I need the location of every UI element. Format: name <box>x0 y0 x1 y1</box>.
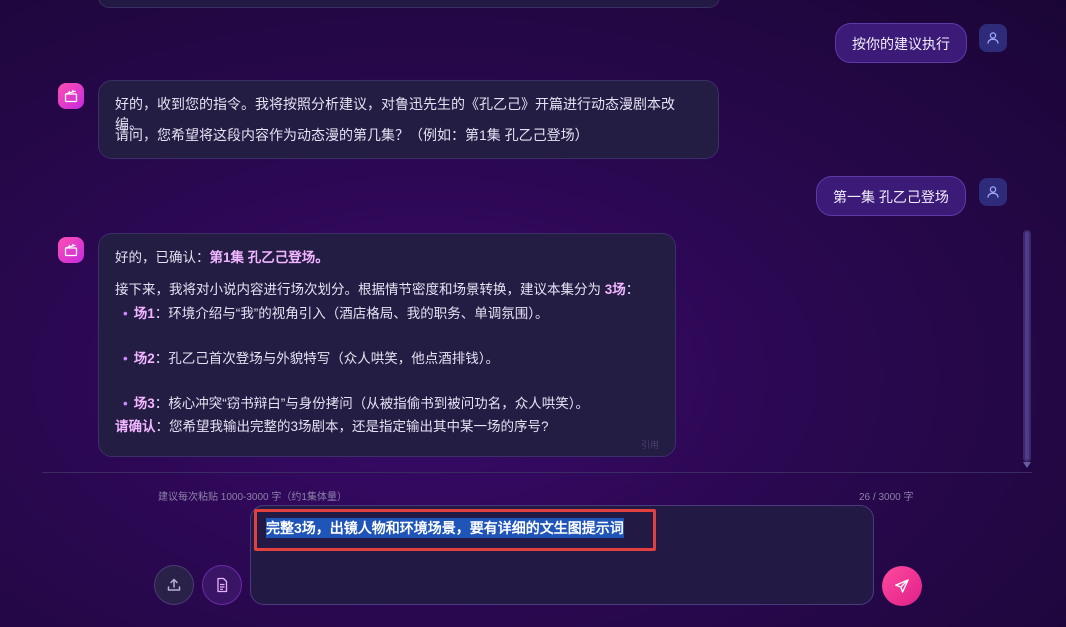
scene-list-item: • 场1：环境介绍与“我”的视角引入（酒店格局、我的职务、单调氛围）。 <box>123 306 549 321</box>
clapperboard-icon <box>64 243 78 257</box>
assistant-message-line: 好的，收到您的指令。我将按照分析建议，对鲁迅先生的《孔乙己》开篇进行动态漫剧本改… <box>115 96 675 132</box>
input-highlight-annotation <box>254 509 656 551</box>
user-message-bubble: 按你的建议执行 <box>835 23 967 63</box>
user-icon <box>987 186 999 198</box>
user-avatar <box>979 24 1007 52</box>
char-counter: 26 / 3000 字 <box>859 492 914 503</box>
document-button[interactable] <box>202 565 242 605</box>
confirm-question: 请确认：您希望我输出完整的3场剧本，还是指定输出其中某一场的序号? <box>115 419 549 434</box>
scrollbar-thumb[interactable] <box>1025 232 1029 460</box>
upload-icon <box>167 578 181 591</box>
assistant-message-bubble: 好的，已确认：第1集 孔乙己登场。 接下来，我将对小说内容进行场次划分。根据情节… <box>98 233 676 457</box>
assistant-avatar <box>58 83 84 109</box>
scene-list-item: • 场2：孔乙己首次登场与外貌特写（众人哄笑，他点酒排钱）。 <box>123 351 499 366</box>
user-message-bubble: 第一集 孔乙己登场 <box>816 176 966 216</box>
user-icon <box>987 32 999 44</box>
assistant-avatar <box>58 237 84 263</box>
composer-divider <box>42 472 1032 473</box>
user-message-text: 第一集 孔乙己登场 <box>833 189 949 205</box>
send-icon <box>895 579 909 593</box>
confirm-line: 好的，已确认：第1集 孔乙己登场。 <box>115 250 329 265</box>
document-icon <box>217 577 228 593</box>
scene-list-item: • 场3：核心冲突“窃书辩白”与身份拷问（从被指偷书到被问功名，众人哄笑）。 <box>123 396 589 411</box>
upload-button[interactable] <box>154 565 194 605</box>
intro-line: 接下来，我将对小说内容进行场次划分。根据情节密度和场景转换，建议本集分为 3场： <box>115 282 640 297</box>
previous-message-bubble <box>98 0 720 8</box>
user-avatar <box>979 178 1007 206</box>
scroll-down-arrow-icon[interactable] <box>1023 462 1031 468</box>
assistant-message-bubble: 好的，收到您的指令。我将按照分析建议，对鲁迅先生的《孔乙己》开篇进行动态漫剧本改… <box>98 80 719 159</box>
clapperboard-icon <box>64 89 78 103</box>
send-button[interactable] <box>882 566 922 606</box>
quote-action[interactable]: 引用 <box>641 435 659 455</box>
assistant-message-line: 请问，您希望将这段内容作为动态漫的第几集？（例如：第1集 孔乙己登场） <box>115 127 589 143</box>
paste-hint: 建议每次粘贴 1000-3000 字（约1集体量） <box>158 492 347 503</box>
user-message-text: 按你的建议执行 <box>852 36 950 52</box>
